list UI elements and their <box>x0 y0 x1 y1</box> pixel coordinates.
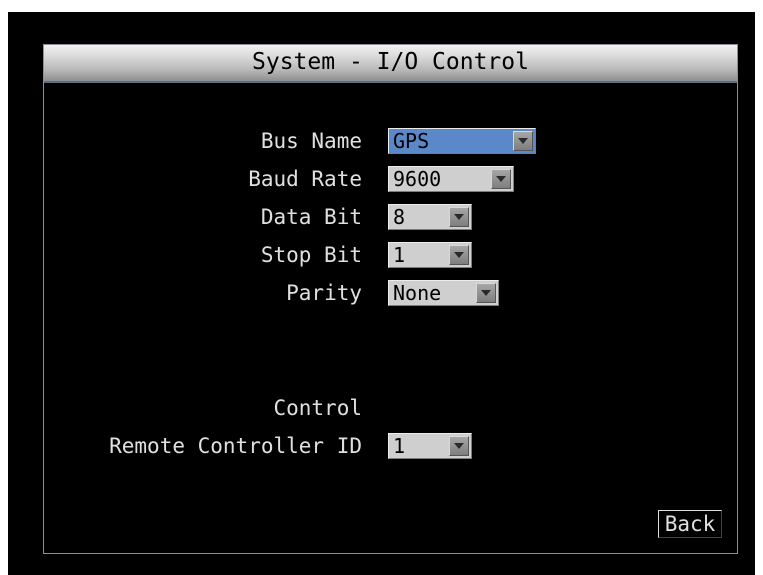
data-bit-value: 8 <box>393 205 406 229</box>
dvr-screen: System - I/O Control Bus Name GPS Baud R… <box>8 12 755 575</box>
chevron-down-icon[interactable] <box>476 283 496 303</box>
baud-rate-label: Baud Rate <box>248 167 362 191</box>
remote-controller-id-label: Remote Controller ID <box>109 434 362 458</box>
baud-rate-value: 9600 <box>393 167 442 191</box>
data-bit-select[interactable]: 8 <box>388 204 472 230</box>
remote-controller-id-value: 1 <box>393 434 406 458</box>
data-bit-label: Data Bit <box>260 205 362 229</box>
stop-bit-value: 1 <box>393 243 406 267</box>
bus-name-select[interactable]: GPS <box>388 128 536 154</box>
chevron-down-icon[interactable] <box>449 436 469 456</box>
remote-controller-id-select[interactable]: 1 <box>388 433 472 459</box>
title-bar: System - I/O Control <box>44 45 737 83</box>
parity-label: Parity <box>286 281 362 305</box>
chevron-down-icon[interactable] <box>449 245 469 265</box>
parity-value: None <box>393 281 442 305</box>
chevron-down-icon[interactable] <box>491 169 511 189</box>
parity-select[interactable]: None <box>388 280 499 306</box>
chevron-down-icon[interactable] <box>449 207 469 227</box>
baud-rate-select[interactable]: 9600 <box>388 166 514 192</box>
control-heading: Control <box>273 396 362 420</box>
bus-name-label: Bus Name <box>260 129 362 153</box>
back-button[interactable]: Back <box>658 510 722 538</box>
stop-bit-select[interactable]: 1 <box>388 242 472 268</box>
window-title: System - I/O Control <box>252 49 529 75</box>
stop-bit-label: Stop Bit <box>260 243 362 267</box>
bus-name-value: GPS <box>393 129 430 153</box>
chevron-down-icon[interactable] <box>513 131 533 151</box>
